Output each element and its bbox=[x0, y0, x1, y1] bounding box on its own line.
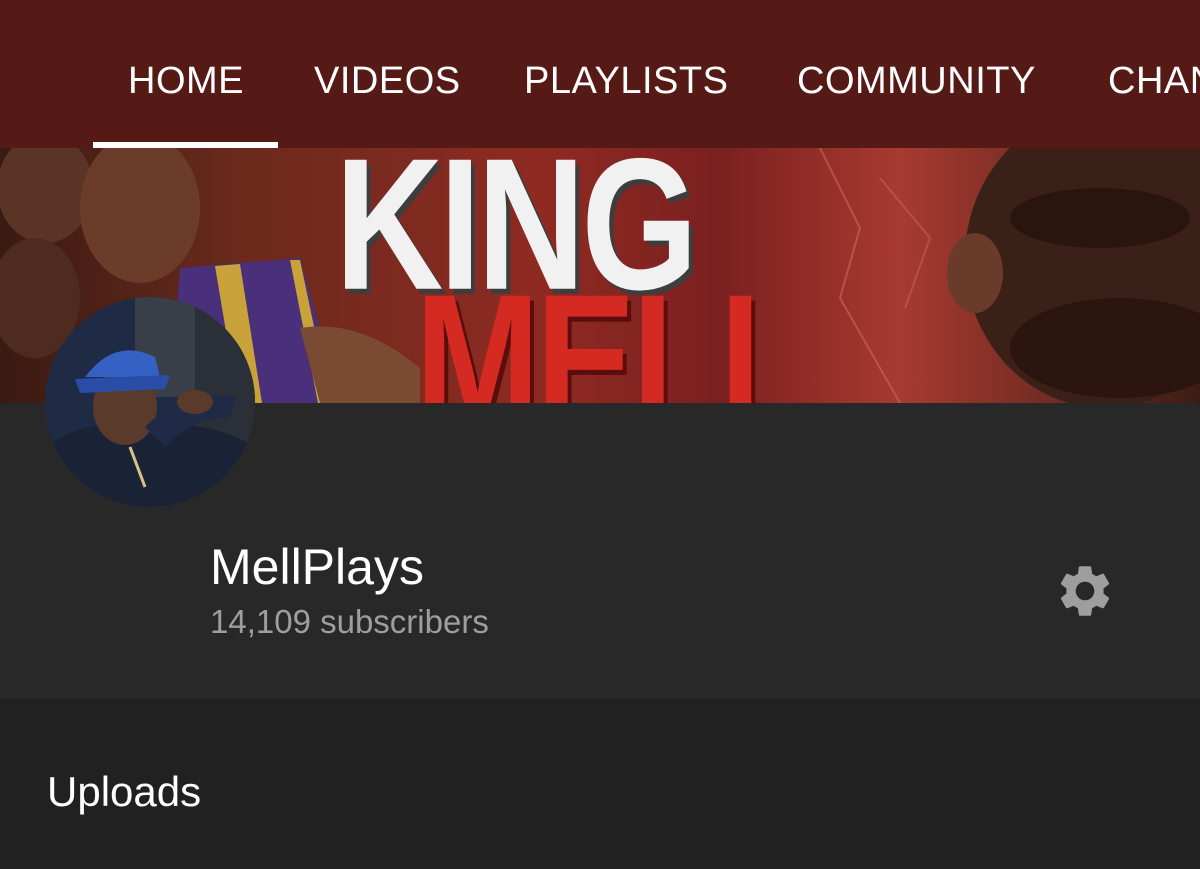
channel-settings-button[interactable] bbox=[1052, 558, 1118, 624]
avatar-photo bbox=[45, 297, 255, 507]
tab-channels[interactable]: CHAN bbox=[1108, 60, 1200, 110]
channel-tab-bar: HOME VIDEOS PLAYLISTS COMMUNITY CHAN bbox=[0, 0, 1200, 148]
channel-avatar[interactable] bbox=[45, 297, 255, 507]
banner-title-line-2: MELL bbox=[415, 254, 811, 403]
tab-home[interactable]: HOME bbox=[128, 60, 244, 110]
section-title-uploads: Uploads bbox=[47, 768, 202, 815]
tab-community[interactable]: COMMUNITY bbox=[797, 60, 1036, 110]
channel-name: MellPlays bbox=[210, 539, 424, 595]
subscriber-count: 14,109 subscribers bbox=[210, 603, 489, 640]
tab-playlists[interactable]: PLAYLISTS bbox=[524, 60, 728, 110]
tab-videos[interactable]: VIDEOS bbox=[314, 60, 461, 110]
gear-icon bbox=[1060, 566, 1110, 616]
